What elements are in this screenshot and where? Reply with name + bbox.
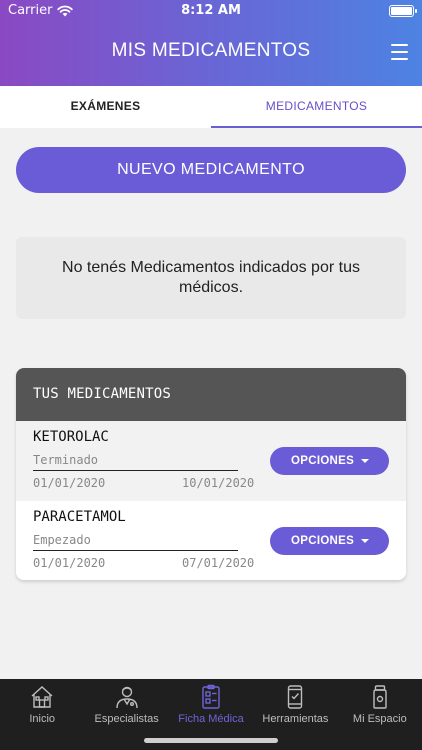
caret-down-icon xyxy=(361,459,369,463)
new-medication-button[interactable]: NUEVO MEDICAMENTO xyxy=(16,147,406,193)
medication-row: PARACETAMOL Empezado 01/01/2020 07/01/20… xyxy=(16,501,406,580)
nav-label: Herramientas xyxy=(262,713,329,725)
medication-status: Empezado xyxy=(33,533,238,551)
nav-label: Ficha Médica xyxy=(178,713,244,725)
options-button-label: OPCIONES xyxy=(291,535,355,547)
page-title: MIS MEDICAMENTOS xyxy=(111,40,311,61)
medication-name: KETOROLAC xyxy=(33,429,109,445)
phone-tools-icon xyxy=(288,685,303,709)
hamburger-menu-icon[interactable] xyxy=(391,44,408,60)
medical-record-icon xyxy=(202,684,220,709)
medication-status: Terminado xyxy=(33,453,238,471)
medications-card-header: TUS MEDICAMENTOS xyxy=(16,368,406,421)
nav-item-mi-espacio[interactable]: Mi Espacio xyxy=(338,679,422,750)
options-button-label: OPCIONES xyxy=(291,455,355,467)
medication-name: PARACETAMOL xyxy=(33,509,126,525)
tab-bar: EXÁMENES MEDICAMENTOS xyxy=(0,86,422,128)
home-icon xyxy=(31,686,53,708)
home-indicator xyxy=(144,738,278,743)
medication-end-date: 10/01/2020 xyxy=(182,476,255,490)
nav-item-inicio[interactable]: Inicio xyxy=(0,679,84,750)
nav-label: Inicio xyxy=(29,713,56,725)
empty-state-message: No tenés Medicamentos indicados por tus … xyxy=(16,237,406,319)
medication-start-date: 01/01/2020 xyxy=(33,556,106,570)
nav-label: Mi Espacio xyxy=(352,713,407,725)
medication-row: KETOROLAC Terminado 01/01/2020 10/01/202… xyxy=(16,421,406,501)
medication-start-date: 01/01/2020 xyxy=(33,476,106,490)
options-button[interactable]: OPCIONES xyxy=(270,527,389,555)
caret-down-icon xyxy=(361,539,369,543)
doctor-icon xyxy=(115,686,138,709)
nav-label: Especialistas xyxy=(94,713,159,725)
battery-icon xyxy=(389,5,417,17)
medications-card: TUS MEDICAMENTOS KETOROLAC Terminado 01/… xyxy=(16,368,406,580)
tab-medicamentos[interactable]: MEDICAMENTOS xyxy=(211,86,422,128)
tab-examenes[interactable]: EXÁMENES xyxy=(0,86,211,128)
status-bar: Carrier 8:12 AM xyxy=(0,0,422,22)
options-button[interactable]: OPCIONES xyxy=(270,447,389,475)
clock: 8:12 AM xyxy=(181,3,241,18)
medicine-bottle-icon xyxy=(373,685,387,709)
medication-end-date: 07/01/2020 xyxy=(182,556,255,570)
app-header: Carrier 8:12 AM MIS MEDICAMENTOS xyxy=(0,0,422,86)
